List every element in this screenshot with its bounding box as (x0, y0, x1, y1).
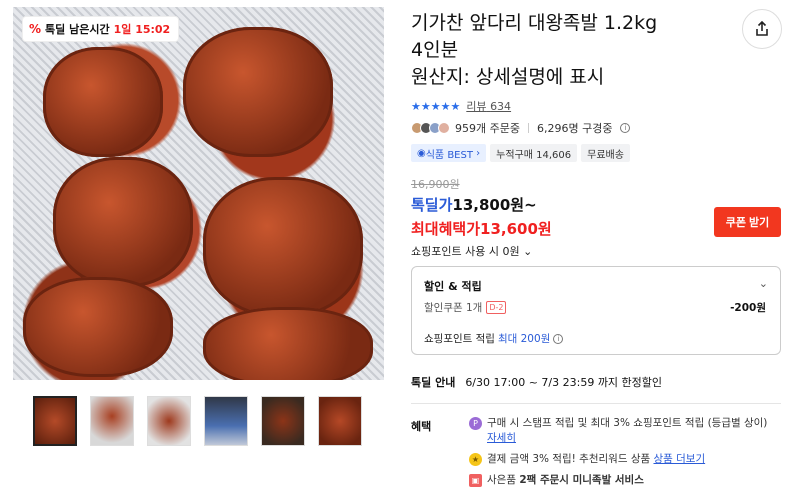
share-button[interactable] (742, 9, 782, 49)
food-piece (23, 277, 173, 377)
percent-icon: % (29, 22, 42, 36)
food-piece (43, 47, 163, 157)
benefit-item: P 구매 시 스탬프 적립 및 최대 3% 쇼핑포인트 적립 (등급별 상이) … (469, 416, 769, 446)
rating-row: ★★★★★ 리뷰 634 (411, 98, 511, 114)
thumbnail-strip (33, 396, 362, 446)
thumbnail-3[interactable] (147, 396, 191, 446)
chip-cumulative: 누적구매 14,606 (490, 144, 578, 162)
timer-value: 1일 15:02 (113, 23, 171, 36)
thumbnail-1[interactable] (33, 396, 77, 446)
details-link[interactable]: 자세히 (487, 432, 516, 444)
point-earn-max: 최대 200원 (497, 333, 551, 345)
max-price-value: 13,600원 (480, 220, 552, 238)
benefit-text: 사은품 (487, 474, 516, 486)
timer-label: 톡딜 남은시간 (45, 23, 110, 36)
point-use-toggle[interactable]: 쇼핑포인트 사용 시 0원 ⌄ (411, 243, 532, 259)
gift-icon: ▣ (469, 474, 482, 487)
coupon-button[interactable]: 쿠폰 받기 (714, 207, 781, 237)
max-benefit-price: 최대혜택가13,600원 (411, 218, 552, 239)
point-earn-label: 쇼핑포인트 적립 (424, 333, 495, 345)
stats-row: 959개 주문중 6,296명 구경중 i (411, 120, 631, 136)
benefit-text: 결제 금액 3% 적립! 추천리워드 상품 (487, 453, 651, 465)
review-label: 리뷰 (466, 100, 487, 113)
benefit-item: ★ 결제 금액 3% 적립! 추천리워드 상품 상품 더보기 (469, 452, 769, 467)
star-rating-icon: ★★★★★ (411, 99, 461, 113)
benefit-item: ▣ 사은품 2팩 주문시 미니족발 서비스 (469, 473, 769, 487)
chevron-down-icon: ⌄ (523, 245, 533, 258)
viewers-count: 6,296명 구경중 (536, 122, 613, 135)
discount-benefit-box: 할인 & 적립 ⌄ 할인쿠폰 1개 D-2 -200원 쇼핑포인트 적립 최대 … (411, 266, 781, 355)
deal-info-label: 톡딜 안내 (411, 376, 456, 389)
benefits-list: P 구매 시 스탬프 적립 및 최대 3% 쇼핑포인트 적립 (등급별 상이) … (469, 416, 769, 487)
food-piece (183, 27, 333, 157)
deal-timer-badge: % 톡딜 남은시간 1일 15:02 (23, 17, 179, 41)
chevron-down-icon[interactable]: ⌄ (759, 277, 768, 290)
max-price-label: 최대혜택가 (411, 220, 481, 238)
original-price: 16,900원 (411, 178, 460, 191)
dday-badge: D-2 (486, 301, 507, 314)
product-main-image (13, 7, 384, 380)
deal-price-label: 톡딜가 (411, 196, 453, 214)
food-piece (203, 307, 373, 380)
point-icon: P (469, 417, 482, 430)
review-link[interactable]: 리뷰 634 (466, 98, 511, 114)
product-title: 기가찬 앞다리 대왕족발 1.2kg 4인분 원산지: 상세설명에 표시 (411, 10, 731, 91)
deal-price: 톡딜가13,800원~ (411, 194, 537, 215)
benefit-bold-text: 2팩 주문시 미니족발 서비스 (519, 474, 644, 486)
deal-price-value: 13,800원~ (452, 196, 537, 214)
coupon-label: 할인쿠폰 1개 (424, 302, 483, 314)
title-line: 기가찬 앞다리 대왕족발 1.2kg (411, 12, 658, 34)
title-line: 4인분 (411, 39, 459, 61)
divider (411, 403, 781, 404)
point-earn-row: 쇼핑포인트 적립 최대 200원 i (424, 331, 564, 346)
food-piece (203, 177, 363, 317)
divider (527, 123, 529, 133)
buyer-avatars (411, 122, 450, 134)
share-icon (756, 21, 768, 36)
benefit-box-header: 할인 & 적립 (424, 280, 482, 293)
coupon-row: 할인쿠폰 1개 D-2 (424, 300, 507, 315)
thumbnail-5[interactable] (261, 396, 305, 446)
point-use-label: 쇼핑포인트 사용 시 0원 (411, 245, 520, 258)
chip-free-shipping: 무료배송 (581, 144, 630, 162)
thumbnail-2[interactable] (90, 396, 134, 446)
deal-info-row: 톡딜 안내 6/30 17:00 ~ 7/3 23:59 까지 한정할인 (411, 374, 662, 390)
food-piece (53, 157, 193, 287)
coupon-value: -200원 (730, 302, 766, 314)
coin-icon: ★ (469, 453, 482, 466)
badge-chips: ◉ 식품 BEST › 누적구매 14,606 무료배송 (411, 144, 630, 162)
benefit-text: 구매 시 스탬프 적립 및 최대 3% 쇼핑포인트 적립 (등급별 상이) (487, 417, 768, 429)
title-line: 원산지: 상세설명에 표시 (411, 66, 605, 88)
orders-count: 959개 주문중 (455, 122, 520, 135)
info-icon[interactable]: i (553, 333, 564, 344)
review-count: 634 (490, 100, 512, 113)
thumbnail-4[interactable] (204, 396, 248, 446)
thumbnail-6[interactable] (318, 396, 362, 446)
benefits-label: 혜택 (411, 420, 432, 433)
deal-info-value: 6/30 17:00 ~ 7/3 23:59 까지 한정할인 (465, 376, 663, 389)
info-icon[interactable]: i (620, 123, 631, 133)
chip-food-best[interactable]: ◉ 식품 BEST › (411, 144, 487, 162)
more-products-link[interactable]: 상품 더보기 (653, 453, 705, 465)
